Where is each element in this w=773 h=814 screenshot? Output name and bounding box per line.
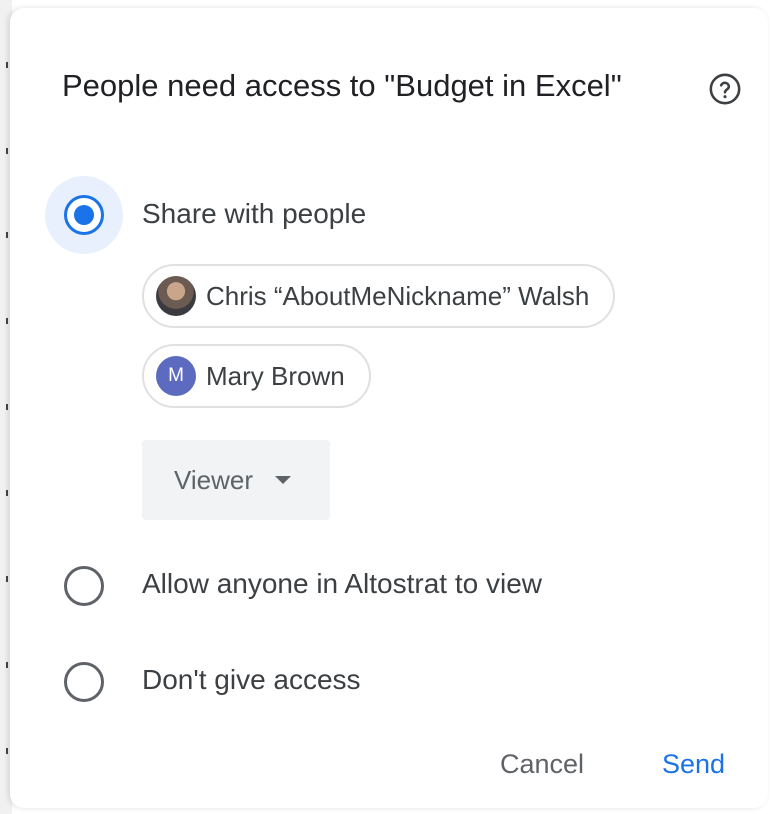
send-button[interactable]: Send	[662, 740, 725, 788]
cancel-button[interactable]: Cancel	[500, 740, 584, 788]
role-dropdown[interactable]: Viewer	[142, 440, 330, 520]
person-name: Chris “AboutMeNickname” Walsh	[206, 280, 590, 311]
avatar: M	[156, 356, 196, 396]
allow-anyone-label: Allow anyone in Altostrat to view	[142, 568, 542, 599]
allow-anyone-radio[interactable]	[64, 566, 104, 606]
person-chip-chris-walsh[interactable]: Chris “AboutMeNickname” Walsh	[142, 264, 616, 328]
person-name: Mary Brown	[206, 360, 345, 391]
dont-give-access-radio[interactable]	[64, 662, 104, 702]
share-with-people-radio[interactable]	[64, 195, 104, 235]
dont-give-access-label: Don't give access	[142, 664, 361, 695]
avatar	[156, 276, 196, 316]
person-chip-mary-brown[interactable]: M Mary Brown	[142, 344, 371, 408]
role-dropdown-value: Viewer	[174, 464, 254, 495]
share-access-dialog: People need access to "Budget in Excel" …	[10, 8, 768, 808]
share-with-people-label: Share with people	[142, 198, 367, 229]
dropdown-caret-icon	[275, 476, 292, 484]
help-icon[interactable]	[708, 72, 742, 106]
dialog-title: People need access to "Budget in Excel"	[62, 68, 622, 103]
